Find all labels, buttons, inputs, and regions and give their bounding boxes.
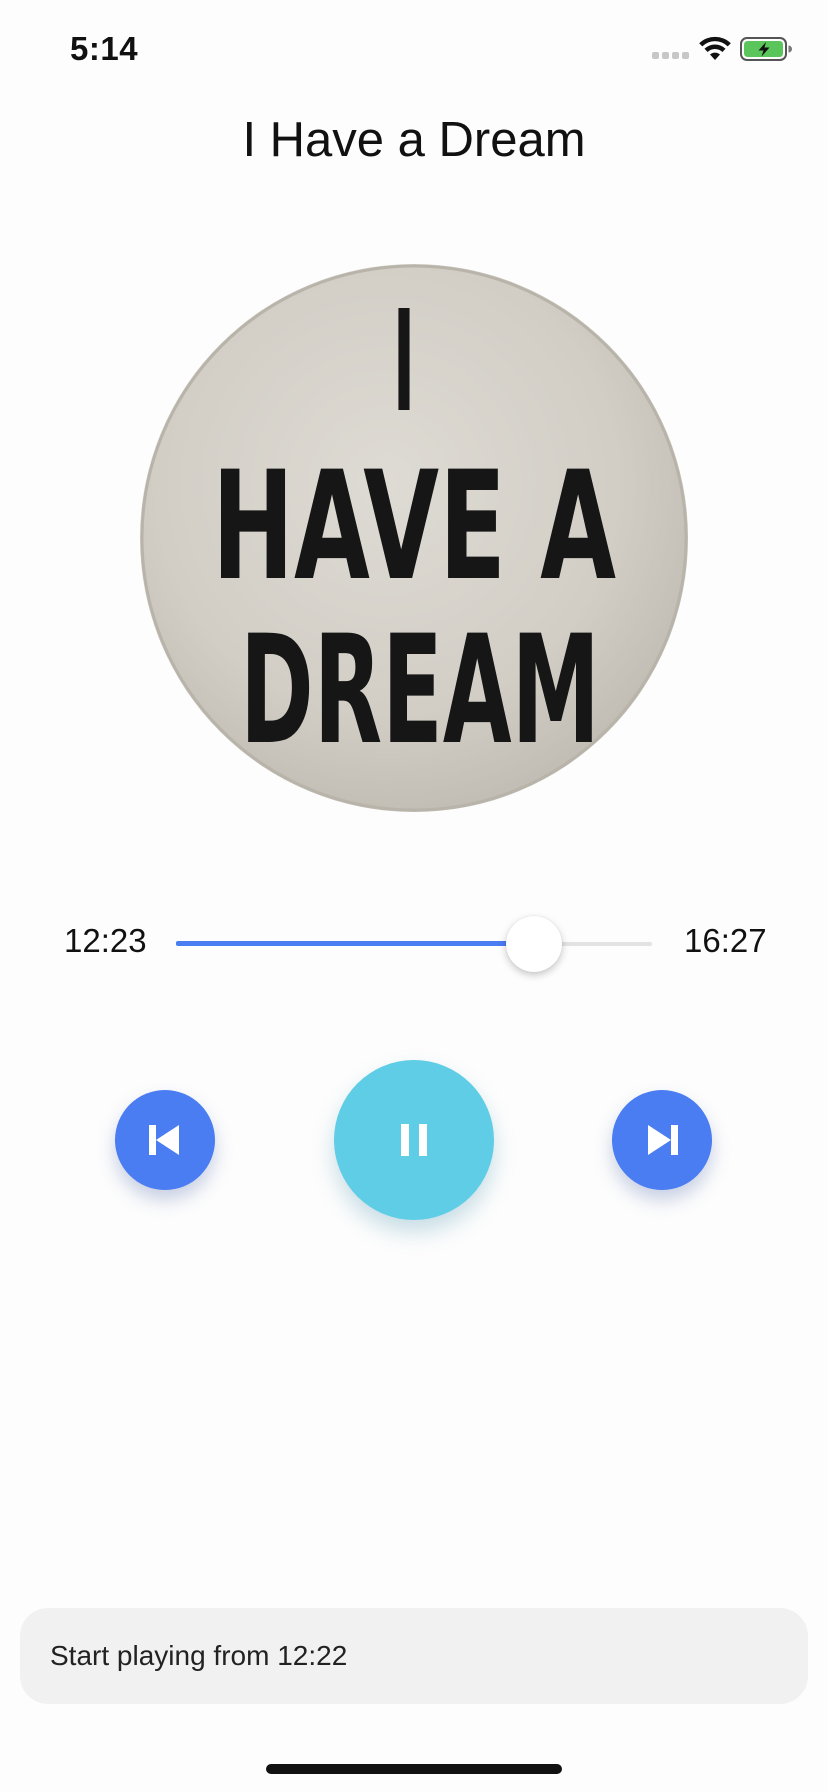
track-title: I Have a Dream [242,113,586,167]
slider-fill [176,941,535,946]
skip-previous-icon [149,1125,179,1155]
artwork-line-1: I [393,281,415,444]
status-time: 5:14 [70,30,139,67]
skip-next-icon [648,1125,678,1155]
status-bar: 5:14 [0,0,828,100]
toast-message: Start playing from 12:22 [20,1608,808,1704]
elapsed-time: 12:23 [64,922,147,959]
slider-thumb[interactable] [506,916,563,972]
pause-icon [401,1124,427,1156]
wifi-icon [699,36,731,60]
signal-icon [652,52,689,59]
total-time: 16:27 [684,922,767,959]
next-button[interactable] [612,1090,712,1190]
album-artwork: I HAVE A DREAM [140,264,688,812]
artwork-line-2: HAVE A [212,440,616,614]
pause-button[interactable] [334,1060,494,1220]
toast-text: Start playing from 12:22 [50,1640,348,1671]
battery-charging-icon [740,37,792,61]
artwork-line-3: DREAM [240,604,600,778]
progress-slider[interactable] [176,916,652,972]
previous-button[interactable] [115,1090,215,1190]
home-indicator[interactable] [266,1764,562,1774]
